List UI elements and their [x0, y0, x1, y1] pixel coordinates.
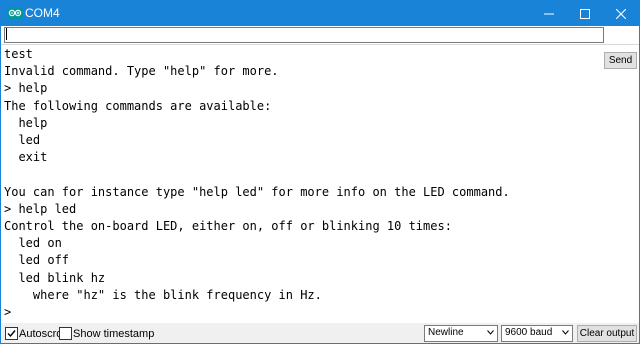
output-line: > help: [4, 81, 48, 96]
output-line: led on: [4, 236, 62, 251]
close-icon: [616, 8, 626, 19]
line-ending-value: Newline: [428, 327, 464, 338]
title-bar: COM4: [1, 1, 639, 26]
arduino-infinity-icon: [7, 7, 23, 19]
command-input[interactable]: [4, 27, 604, 43]
maximize-button[interactable]: [567, 1, 603, 26]
status-bar: Autoscroll Show timestamp Newline 9600 b…: [1, 323, 639, 343]
chevron-down-icon: [562, 330, 569, 335]
baud-rate-select[interactable]: 9600 baud: [501, 325, 573, 342]
serial-monitor-window: COM4 Send test Invalid command. Type "hel…: [0, 0, 640, 344]
show-timestamp-checkbox[interactable]: [59, 327, 72, 340]
maximize-icon: [580, 8, 590, 19]
output-line: led: [4, 133, 41, 147]
output-line: led blink hz: [4, 270, 106, 285]
minimize-icon: [544, 13, 554, 14]
output-line: exit: [4, 150, 48, 165]
output-line: Control the on-board LED, either on, off…: [4, 219, 452, 233]
autoscroll-checkbox[interactable]: [5, 327, 18, 340]
clear-output-button[interactable]: Clear output: [577, 325, 637, 342]
close-button[interactable]: [603, 1, 639, 26]
serial-output[interactable]: test Invalid command. Type "help" for mor…: [1, 44, 639, 324]
output-line: test: [4, 47, 33, 61]
output-line: The following commands are available:: [4, 98, 272, 113]
output-line: You can for instance type "help led" for…: [4, 184, 510, 199]
window-title: COM4: [25, 6, 60, 20]
command-row: Send: [1, 26, 639, 69]
minimize-button[interactable]: [531, 1, 567, 26]
output-line: led off: [4, 253, 70, 268]
chevron-down-icon: [487, 330, 494, 335]
output-line: help: [4, 115, 48, 130]
show-timestamp-label[interactable]: Show timestamp: [73, 328, 154, 340]
baud-rate-value: 9600 baud: [505, 327, 553, 338]
output-line: > help led: [4, 201, 77, 216]
output-line: >: [4, 305, 12, 319]
text-caret: [6, 28, 7, 40]
output-line: Invalid command. Type "help" for more.: [4, 64, 279, 79]
checkmark-icon: [7, 330, 16, 338]
output-line: where "hz" is the blink frequency in Hz.: [4, 287, 322, 302]
line-ending-select[interactable]: Newline: [424, 325, 498, 342]
